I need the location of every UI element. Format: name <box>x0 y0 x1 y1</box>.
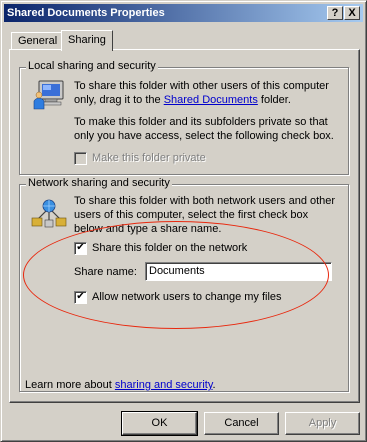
network-sharing-text: To share this folder with both network u… <box>74 195 336 235</box>
help-button[interactable]: ? <box>327 6 343 20</box>
local-text-post: folder. <box>257 94 291 106</box>
sharing-security-link[interactable]: sharing and security <box>115 379 213 391</box>
computer-share-icon <box>33 80 64 110</box>
share-name-label: Share name: <box>74 266 137 278</box>
properties-window: Shared Documents Properties ? X General … <box>0 0 367 442</box>
share-folder-label: Share this folder on the network <box>92 242 248 254</box>
close-button[interactable]: X <box>344 6 360 20</box>
network-sharing-legend: Network sharing and security <box>26 177 172 189</box>
local-sharing-text: To share this folder with other users of… <box>74 79 336 107</box>
window-title: Shared Documents Properties <box>7 7 165 19</box>
make-private-checkbox[interactable] <box>74 152 87 165</box>
tab-sharing[interactable]: Sharing <box>61 30 113 51</box>
tab-general[interactable]: General <box>11 32 65 50</box>
allow-change-checkbox[interactable]: ✔ <box>74 291 87 304</box>
learn-more-prefix: Learn more about <box>25 379 115 391</box>
ok-button[interactable]: OK <box>121 411 198 436</box>
private-instruction-text: To make this folder and its subfolders p… <box>74 116 334 142</box>
share-name-input[interactable]: Documents <box>145 262 332 281</box>
make-private-label: Make this folder private <box>92 152 206 164</box>
learn-more-text: Learn more about sharing and security. <box>25 378 216 392</box>
network-share-icon <box>31 199 67 228</box>
learn-more-suffix: . <box>212 379 216 391</box>
shared-documents-link[interactable]: Shared Documents <box>164 94 258 106</box>
allow-change-label: Allow network users to change my files <box>92 291 282 303</box>
apply-button[interactable]: Apply <box>285 412 360 435</box>
local-sharing-legend: Local sharing and security <box>26 60 158 72</box>
share-folder-checkbox[interactable]: ✔ <box>74 242 87 255</box>
title-bar[interactable]: Shared Documents Properties ? X <box>4 4 363 22</box>
cancel-button[interactable]: Cancel <box>204 412 279 435</box>
